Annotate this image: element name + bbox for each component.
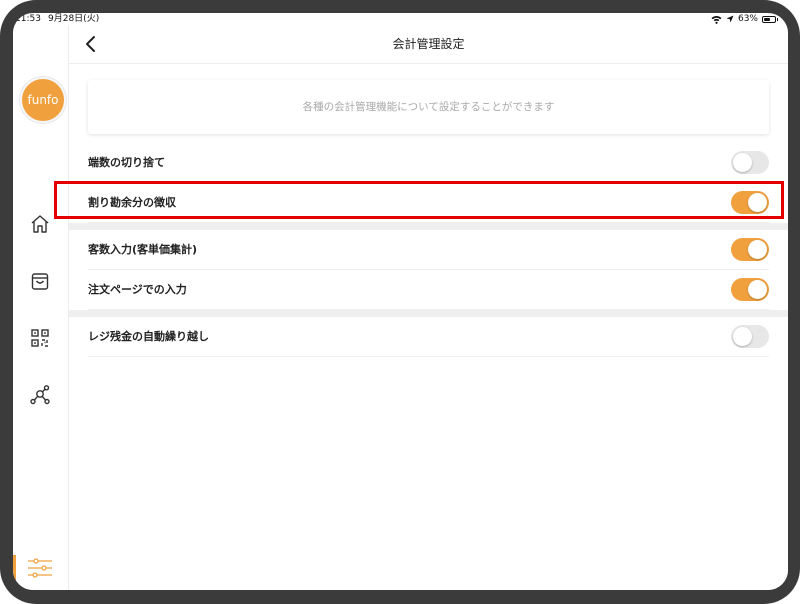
setting-row-rounding: 端数の切り捨て bbox=[88, 143, 769, 183]
setting-row-guest-count: 客数入力(客単価集計) bbox=[88, 230, 769, 270]
setting-label: 注文ページでの入力 bbox=[88, 283, 187, 296]
settings-content: 各種の会計管理機能について設定することができます 端数の切り捨て 割り勘余分の徴… bbox=[69, 64, 788, 590]
location-arrow-icon bbox=[726, 15, 734, 23]
toggle-knob bbox=[748, 280, 767, 299]
section-separator bbox=[69, 310, 788, 317]
network-icon[interactable] bbox=[29, 384, 51, 406]
setting-row-split-surplus: 割り勘余分の徴収 bbox=[88, 183, 769, 223]
status-right: 63% bbox=[711, 13, 778, 25]
guest-count-toggle[interactable] bbox=[731, 238, 769, 261]
status-date: 9月28日(火) bbox=[48, 14, 100, 24]
toggle-knob bbox=[748, 193, 767, 212]
wifi-icon bbox=[711, 15, 722, 24]
status-time: 11:53 bbox=[15, 14, 41, 24]
auto-carryover-toggle[interactable] bbox=[731, 325, 769, 348]
setting-label: 割り勘余分の徴収 bbox=[88, 196, 176, 209]
page-title: 会計管理設定 bbox=[392, 37, 465, 51]
rounding-toggle[interactable] bbox=[731, 151, 769, 174]
active-nav-indicator bbox=[13, 555, 16, 581]
shopping-bag-icon[interactable] bbox=[29, 270, 51, 292]
section-separator bbox=[69, 223, 788, 230]
funfo-logo[interactable]: funfo bbox=[20, 77, 66, 123]
qr-code-icon[interactable] bbox=[29, 327, 51, 349]
setting-row-auto-carryover: レジ残金の自動繰り越し bbox=[88, 317, 769, 357]
home-icon[interactable] bbox=[29, 213, 51, 235]
page-header: 会計管理設定 bbox=[69, 25, 788, 64]
toggle-knob bbox=[748, 240, 767, 259]
setting-label: 端数の切り捨て bbox=[88, 156, 165, 169]
toggle-knob bbox=[733, 153, 752, 172]
battery-percent: 63% bbox=[737, 14, 758, 24]
screen: 11:53 9月28日(火) 63% funfo 会計管理設定 各種の会計管理機… bbox=[13, 13, 788, 590]
sidebar: funfo bbox=[13, 25, 69, 590]
setting-label: レジ残金の自動繰り越し bbox=[88, 330, 209, 343]
split-surplus-toggle[interactable] bbox=[731, 191, 769, 214]
settings-sliders-icon[interactable] bbox=[27, 558, 53, 578]
status-bar: 11:53 9月28日(火) 63% bbox=[13, 13, 788, 25]
info-card: 各種の会計管理機能について設定することができます bbox=[88, 80, 769, 134]
setting-label: 客数入力(客単価集計) bbox=[88, 243, 198, 256]
battery-fill bbox=[764, 17, 771, 21]
order-page-input-toggle[interactable] bbox=[731, 278, 769, 301]
battery-icon bbox=[762, 15, 778, 23]
setting-row-order-page-input: 注文ページでの入力 bbox=[88, 270, 769, 310]
toggle-knob bbox=[733, 327, 752, 346]
